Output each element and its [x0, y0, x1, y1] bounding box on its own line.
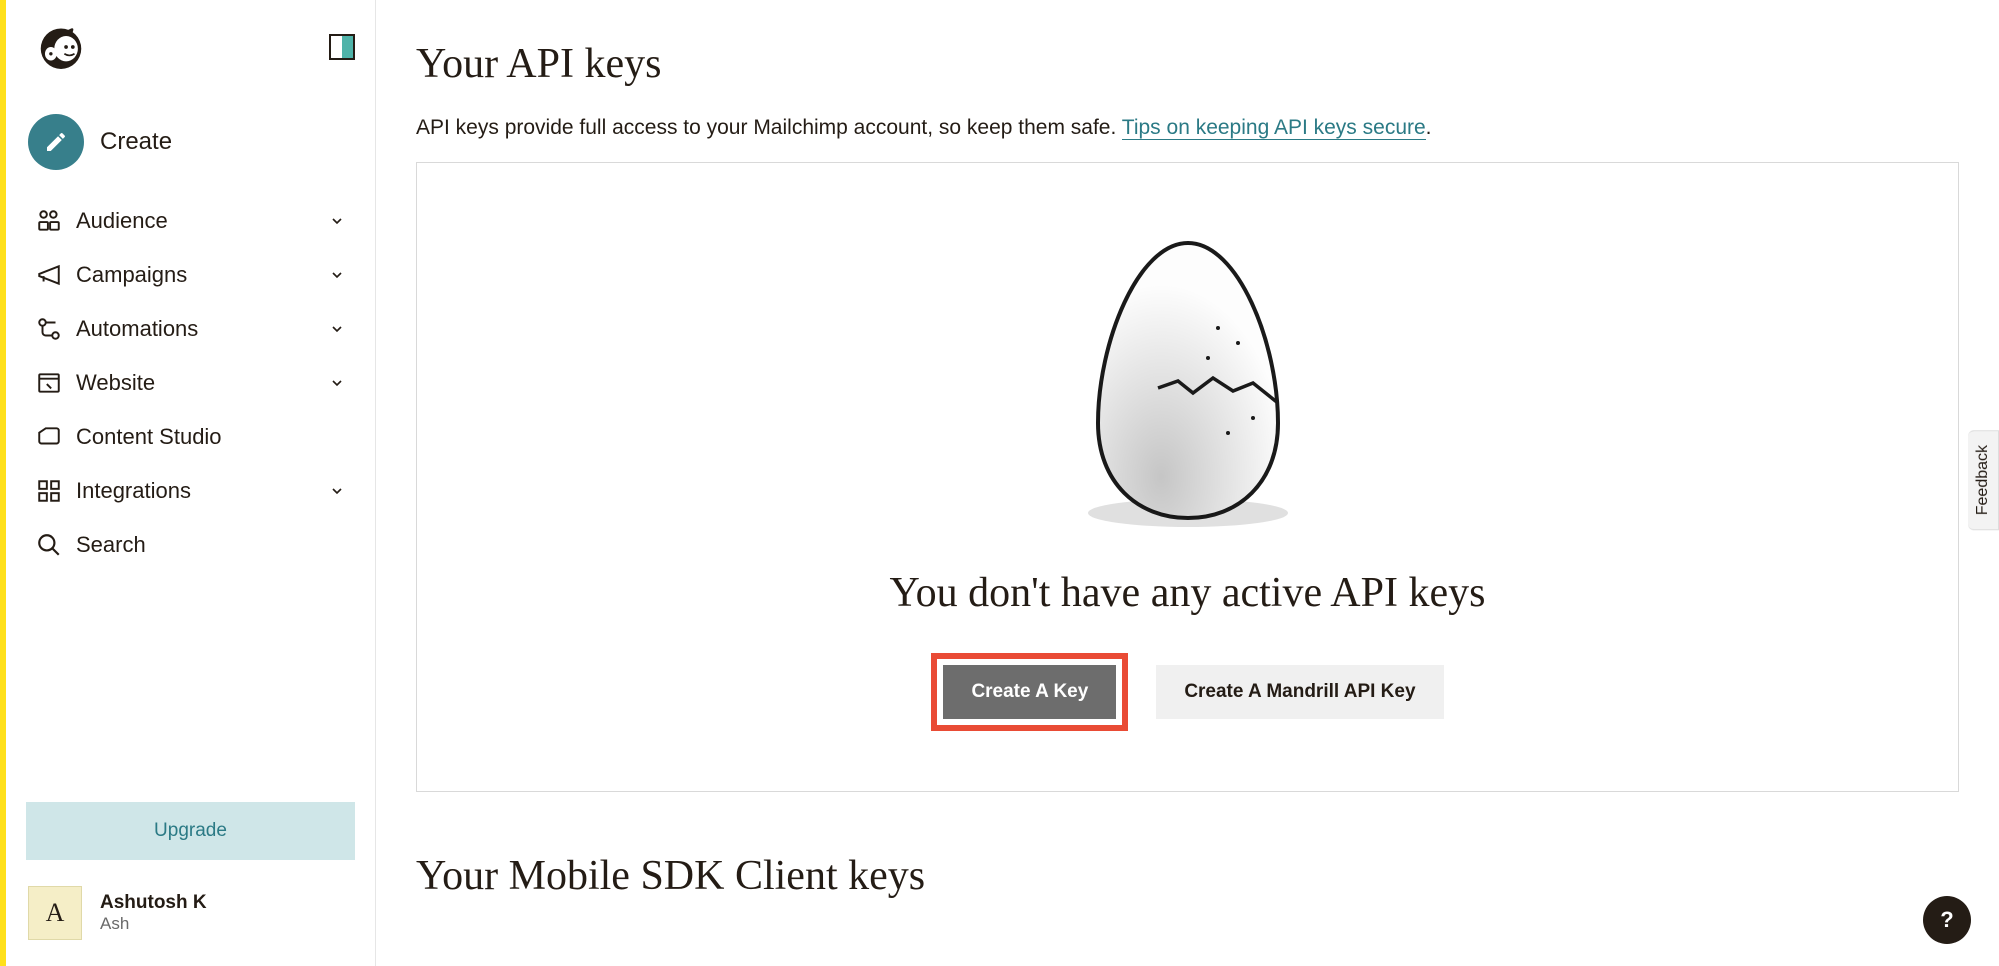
empty-state-illustration [1068, 233, 1308, 533]
desc-suffix: . [1426, 116, 1432, 139]
nav-label: Integrations [76, 478, 329, 504]
user-name: Ashutosh K [100, 892, 207, 914]
chevron-down-icon [329, 321, 345, 337]
content-studio-icon [36, 424, 76, 450]
nav-label: Website [76, 370, 329, 396]
chevron-down-icon [329, 483, 345, 499]
sidebar-item-create[interactable]: Create [26, 104, 355, 194]
create-icon [28, 114, 84, 170]
upgrade-button[interactable]: Upgrade [26, 802, 355, 860]
feedback-tab[interactable]: Feedback [1968, 430, 1999, 530]
mailchimp-logo[interactable] [34, 20, 88, 74]
sidebar-item-search[interactable]: Search [26, 518, 355, 572]
sidebar-item-content-studio[interactable]: Content Studio [26, 410, 355, 464]
nav-label: Content Studio [76, 424, 345, 450]
sidebar: Create Audience Campaigns [6, 0, 376, 966]
search-icon [36, 532, 76, 558]
avatar: A [28, 886, 82, 940]
tips-link[interactable]: Tips on keeping API keys secure [1122, 116, 1426, 140]
sidebar-header [26, 20, 355, 74]
nav-label: Create [100, 128, 349, 156]
create-key-button[interactable]: Create A Key [943, 665, 1116, 719]
nav-list: Create Audience Campaigns [26, 104, 355, 802]
campaigns-icon [36, 262, 76, 288]
help-button[interactable]: ? [1923, 896, 1971, 944]
main-content: Your API keys API keys provide full acce… [376, 0, 1999, 966]
nav-label: Campaigns [76, 262, 329, 288]
user-account-row[interactable]: A Ashutosh K Ash [26, 880, 355, 946]
nav-label: Search [76, 532, 345, 558]
chevron-down-icon [329, 375, 345, 391]
api-keys-panel: You don't have any active API keys Creat… [416, 162, 1959, 792]
button-row: Create A Key Create A Mandrill API Key [457, 653, 1918, 731]
empty-state-title: You don't have any active API keys [457, 569, 1918, 617]
chevron-down-icon [329, 267, 345, 283]
sdk-section-title: Your Mobile SDK Client keys [416, 852, 1959, 900]
sidebar-item-automations[interactable]: Automations [26, 302, 355, 356]
desc-text: API keys provide full access to your Mai… [416, 116, 1122, 139]
integrations-icon [36, 478, 76, 504]
user-sub: Ash [100, 914, 207, 934]
nav-label: Automations [76, 316, 329, 342]
collapse-sidebar-button[interactable] [329, 34, 355, 60]
sidebar-item-audience[interactable]: Audience [26, 194, 355, 248]
page-title: Your API keys [416, 40, 1959, 88]
website-icon [36, 370, 76, 396]
nav-label: Audience [76, 208, 329, 234]
create-mandrill-key-button[interactable]: Create A Mandrill API Key [1156, 665, 1443, 719]
highlight-annotation: Create A Key [931, 653, 1128, 731]
sidebar-item-website[interactable]: Website [26, 356, 355, 410]
chevron-down-icon [329, 213, 345, 229]
sidebar-item-campaigns[interactable]: Campaigns [26, 248, 355, 302]
audience-icon [36, 208, 76, 234]
user-info: Ashutosh K Ash [100, 892, 207, 934]
page-description: API keys provide full access to your Mai… [416, 116, 1959, 140]
automations-icon [36, 316, 76, 342]
sidebar-item-integrations[interactable]: Integrations [26, 464, 355, 518]
